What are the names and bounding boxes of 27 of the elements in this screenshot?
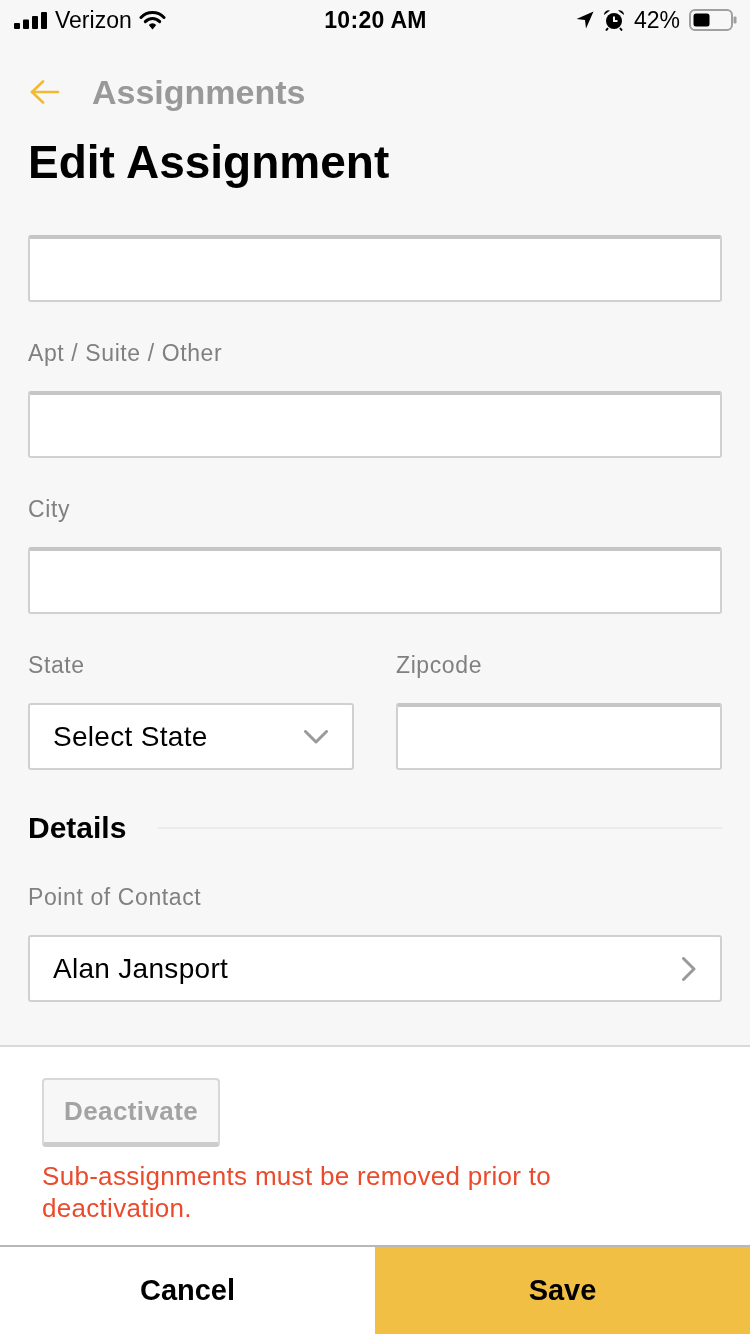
chevron-right-icon <box>682 956 696 981</box>
alarm-clock-icon <box>602 9 625 31</box>
text-field[interactable] <box>28 391 722 458</box>
signal-icon <box>14 11 48 29</box>
carrier-name: Verizon <box>55 6 132 34</box>
text-field[interactable] <box>28 547 722 614</box>
state-dropdown[interactable]: Select State <box>28 703 354 770</box>
section-heading: Details <box>28 811 127 845</box>
back-arrow-icon <box>30 80 60 104</box>
field-label: Zipcode <box>396 651 484 679</box>
field-label: Apt / Suite / Other <box>28 339 224 367</box>
contact-selector[interactable]: Alan Jansport <box>28 935 722 1002</box>
field-label: City <box>28 495 71 523</box>
page-title: Edit Assignment <box>28 136 391 188</box>
battery-icon <box>689 9 737 31</box>
error-message: Sub-assignments must be removed prior to deactivation. <box>42 1160 553 1224</box>
save-button[interactable]: Save <box>375 1247 750 1334</box>
battery-percentage: 42% <box>633 6 680 34</box>
wifi-icon <box>138 10 166 30</box>
field-label: Point of Contact <box>28 883 203 911</box>
field-label: State <box>28 651 86 679</box>
chevron-down-icon <box>304 729 328 744</box>
location-arrow-icon <box>575 11 594 29</box>
status-time: 10:20 AM <box>324 6 427 34</box>
text-field[interactable] <box>396 703 722 770</box>
text-field[interactable] <box>28 235 722 302</box>
cancel-button[interactable]: Cancel <box>0 1247 375 1334</box>
